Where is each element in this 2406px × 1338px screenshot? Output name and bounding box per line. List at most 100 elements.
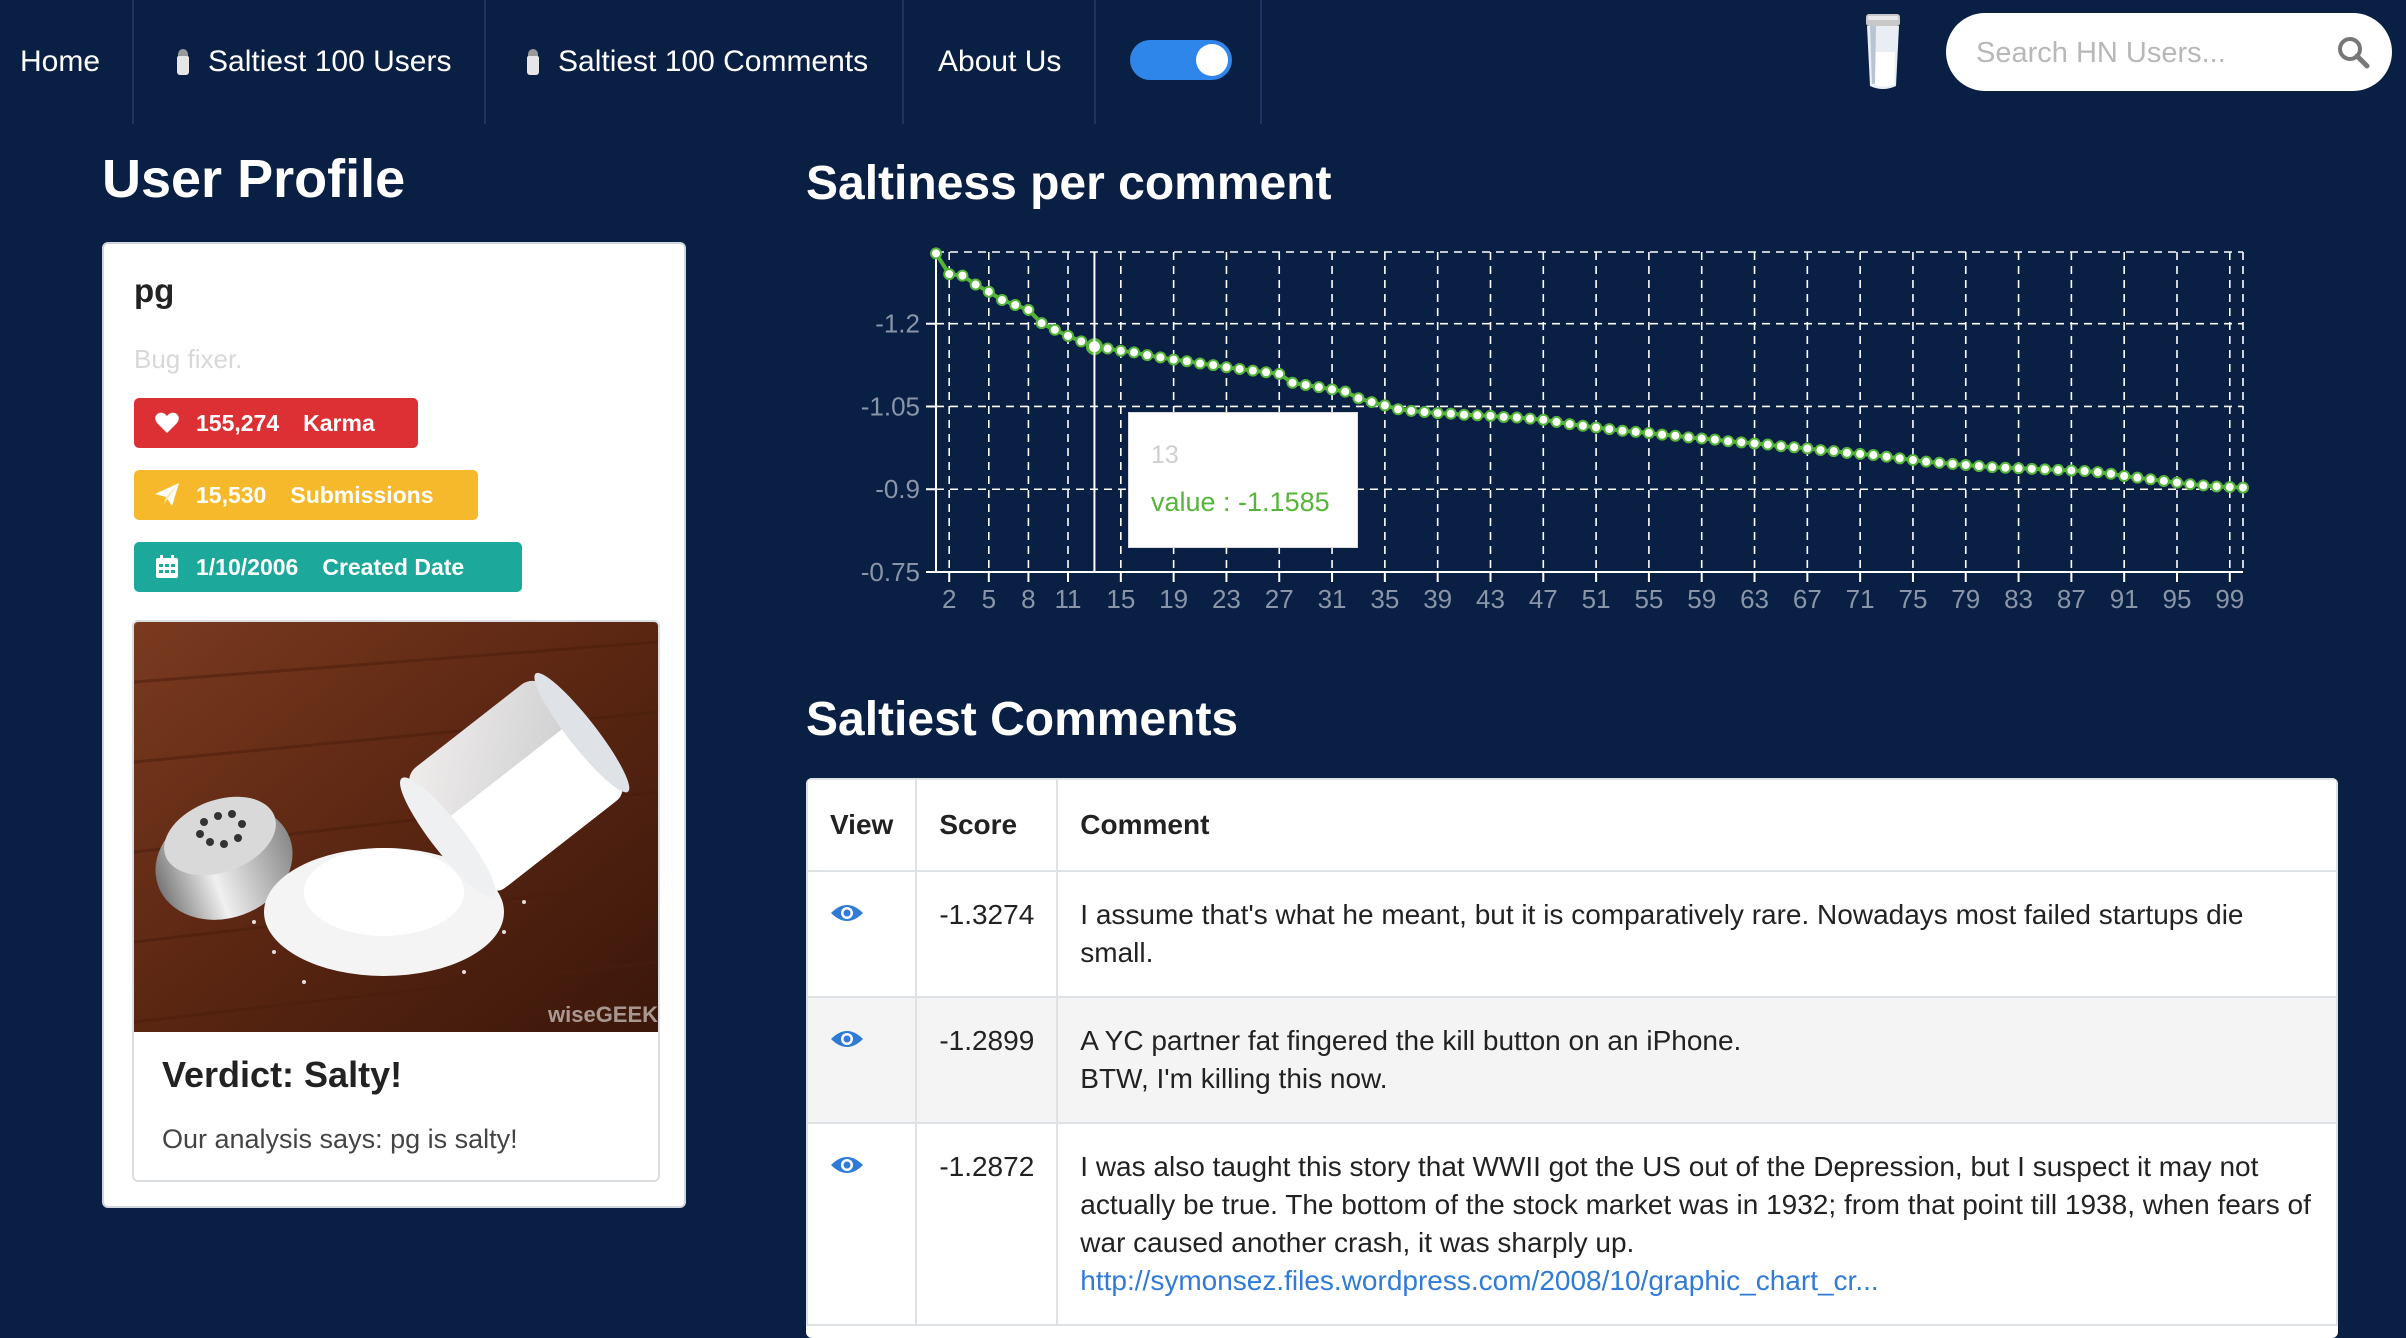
data-point [1867, 449, 1880, 462]
nav-about-label: About Us [938, 45, 1062, 78]
data-point [2170, 476, 2183, 489]
x-tick-label: 55 [1634, 584, 1663, 614]
toggle-knob [1196, 44, 1228, 76]
data-point [1656, 428, 1669, 441]
x-tick-label: 2 [942, 584, 956, 614]
x-tick-label: 83 [2004, 584, 2033, 614]
eye-icon[interactable] [830, 902, 864, 924]
x-tick-label: 31 [1318, 584, 1347, 614]
chart-tooltip: 13 value : -1.1585 [1128, 412, 1358, 548]
search-box[interactable] [1946, 13, 2392, 91]
x-tick-label: 39 [1423, 584, 1452, 614]
comment-link[interactable]: http://symonsez.files.wordpress.com/2008… [1080, 1265, 1878, 1296]
nav-saltiest-comments-label: Saltiest 100 Comments [558, 45, 869, 78]
data-point [1603, 423, 1616, 436]
x-tick-label: 19 [1159, 584, 1188, 614]
eye-icon[interactable] [830, 1028, 864, 1050]
submissions-value: 15,530 [196, 481, 267, 508]
data-point [1972, 460, 1985, 473]
x-tick-label: 51 [1582, 584, 1611, 614]
header-view: View [806, 778, 918, 872]
data-point [1246, 364, 1259, 377]
x-tick-label: 71 [1846, 584, 1875, 614]
verdict-analysis: Our analysis says: pg is salty! [162, 1124, 518, 1154]
comment-text: I was also taught this story that WWII g… [1080, 1151, 2311, 1258]
calendar-icon [156, 555, 178, 578]
data-point [1392, 403, 1405, 416]
nav-saltiest-users[interactable]: Saltiest 100 Users [134, 0, 486, 124]
data-point [1154, 351, 1167, 364]
data-point [1933, 456, 1946, 469]
comments-table: View Score Comment -1.3274 I assume that… [806, 778, 2338, 1338]
data-point [1590, 421, 1603, 434]
data-point [969, 278, 982, 291]
data-point [1629, 425, 1642, 438]
verdict-title: Verdict: Salty! [162, 1054, 403, 1095]
karma-label: Karma [303, 409, 375, 436]
profile-card: pg Bug fixer. 155,274 Karma 15,530 Submi… [102, 242, 686, 1208]
salt-shaker-icon [526, 49, 540, 75]
x-tick-label: 43 [1476, 584, 1505, 614]
x-tick-label: 99 [2215, 584, 2244, 614]
table-row: -1.2872 I was also taught this story tha… [806, 1122, 2338, 1326]
nav-home[interactable]: Home [0, 0, 134, 124]
data-point [1312, 381, 1325, 394]
x-tick-label: 27 [1265, 584, 1294, 614]
data-point [1986, 461, 1999, 474]
data-point [1946, 457, 1959, 470]
data-point [2237, 481, 2249, 494]
data-point [1563, 418, 1576, 431]
data-point [1999, 461, 2012, 474]
x-tick-label: 75 [1898, 584, 1927, 614]
score-cell: -1.3274 [915, 870, 1059, 998]
table-row: -1.2899 A YC partner fat fingered the ki… [806, 996, 2338, 1124]
salt-shaker-logo-icon [1866, 14, 1900, 89]
x-tick-label: 23 [1212, 584, 1241, 614]
data-point [1444, 407, 1457, 420]
data-point [1880, 450, 1893, 463]
paper-plane-icon [155, 483, 179, 506]
score-cell: -1.2899 [915, 996, 1059, 1124]
data-point [1378, 399, 1391, 412]
salt-shaker-icon [176, 49, 190, 75]
view-cell [806, 1122, 918, 1326]
data-point [1788, 441, 1801, 454]
search-input[interactable] [1974, 27, 2318, 79]
data-point [1854, 447, 1867, 460]
data-point [996, 294, 1009, 306]
comment-cell: I was also taught this story that WWII g… [1056, 1122, 2338, 1326]
nav-saltiest-comments[interactable]: Saltiest 100 Comments [486, 0, 904, 124]
data-point [1128, 346, 1141, 359]
data-point [1761, 438, 1774, 451]
data-point [1722, 435, 1735, 448]
data-point [982, 285, 995, 298]
x-tick-label: 11 [1055, 584, 1082, 614]
karma-value: 155,274 [196, 409, 280, 436]
data-point [1062, 329, 1075, 342]
x-tick-label: 35 [1370, 584, 1399, 614]
theme-toggle[interactable] [1130, 40, 1232, 80]
submissions-label: Submissions [290, 481, 434, 508]
user-about: Bug fixer. [134, 344, 243, 374]
data-point [1774, 440, 1787, 453]
data-point [1893, 452, 1906, 465]
data-point [2065, 464, 2078, 477]
data-point [1405, 404, 1418, 417]
nav-about[interactable]: About Us [904, 0, 1096, 124]
data-point [1022, 303, 1035, 316]
created-date-badge: 1/10/2006 Created Date [134, 542, 522, 592]
data-point [1260, 366, 1273, 379]
x-tick-label: 8 [1021, 584, 1035, 614]
data-point [1339, 385, 1352, 398]
saltiness-line-chart: -1.2 -1.05 -0.9 -0.75 2 5 8 11 15 19 23 27 31 35 39 43… [861, 247, 2249, 614]
header-score: Score [915, 778, 1059, 872]
x-tick-label: 67 [1793, 584, 1822, 614]
data-point [1959, 458, 1972, 471]
data-point [2104, 467, 2117, 480]
search-icon[interactable] [2336, 35, 2370, 69]
heart-icon [155, 412, 179, 433]
eye-icon[interactable] [830, 1154, 864, 1176]
verdict-card: wiseGEEK Verdict: Salty! Our analysis sa… [132, 620, 660, 1182]
data-point [1840, 446, 1853, 459]
table-row: -1.3274 I assume that's what he meant, b… [806, 870, 2338, 998]
